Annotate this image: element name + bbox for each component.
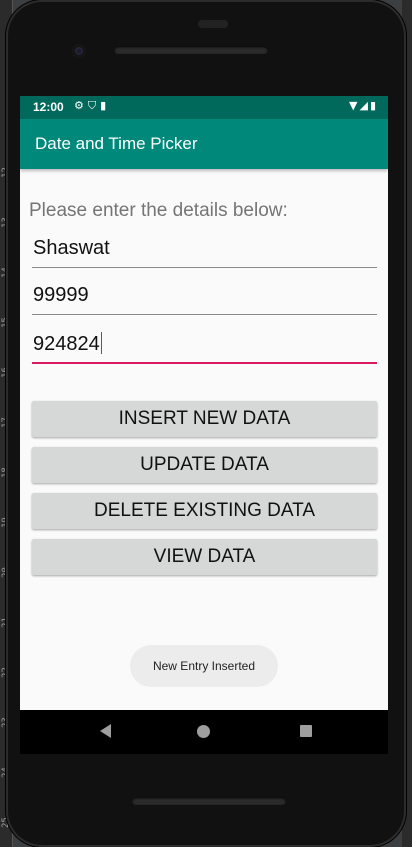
update-data-button[interactable]: UPDATE DATA [32, 447, 377, 483]
text-cursor [100, 332, 103, 354]
navigation-bar [20, 710, 388, 754]
number-field-value: 99999 [33, 284, 89, 306]
system-icons: ▼◢▮ [349, 99, 378, 112]
shield-icon: ⛉ [87, 99, 101, 112]
code-field-text: 924824 [33, 333, 100, 355]
home-icon[interactable] [197, 725, 210, 738]
name-field[interactable]: Shaswat [32, 233, 377, 268]
toast-message: New Entry Inserted [130, 645, 278, 687]
wifi-icon: ▼ [349, 99, 360, 112]
view-data-button[interactable]: VIEW DATA [32, 539, 377, 575]
name-field-value: Shaswat [33, 237, 110, 259]
app-screen: 12:00 ⚙⛉▮ ▼◢▮ Date and Time Picker Pleas… [20, 96, 388, 710]
bottom-speaker [132, 797, 286, 805]
code-field[interactable]: 924824 [32, 328, 377, 364]
earpiece [198, 20, 228, 28]
signal-icon: ◢ [359, 99, 370, 112]
form-prompt: Please enter the details below: [29, 200, 288, 221]
status-bar: 12:00 ⚙⛉▮ ▼◢▮ [20, 96, 388, 119]
insert-data-button[interactable]: INSERT NEW DATA [32, 401, 377, 437]
sd-card-icon: ▮ [100, 99, 111, 112]
recent-apps-icon[interactable] [300, 725, 312, 737]
camera-icon [72, 44, 86, 58]
gear-icon: ⚙ [74, 99, 88, 112]
delete-data-button[interactable]: DELETE EXISTING DATA [32, 493, 377, 529]
status-time: 12:00 [33, 100, 64, 114]
notification-icons: ⚙⛉▮ [74, 99, 110, 113]
code-field-value: 924824 [33, 332, 103, 356]
battery-icon: ▮ [369, 99, 378, 112]
app-bar: Date and Time Picker [20, 119, 388, 169]
page-title: Date and Time Picker [35, 134, 198, 153]
top-speaker [114, 46, 268, 54]
back-icon[interactable] [100, 724, 111, 738]
number-field[interactable]: 99999 [32, 280, 377, 315]
